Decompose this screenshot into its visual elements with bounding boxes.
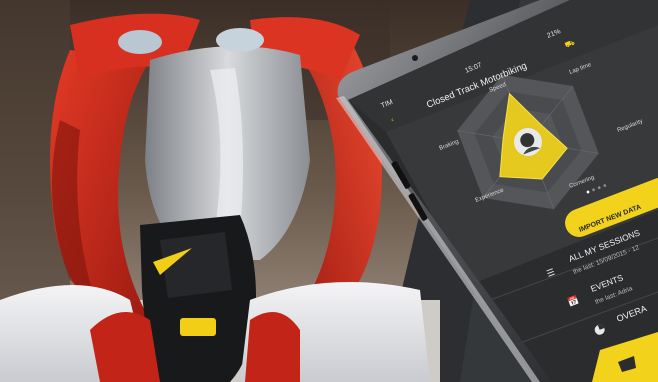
photo-scene: TIM 15:07 21% ‹ Closed Track Motorbiking… xyxy=(0,0,658,382)
front-camera xyxy=(412,55,418,61)
